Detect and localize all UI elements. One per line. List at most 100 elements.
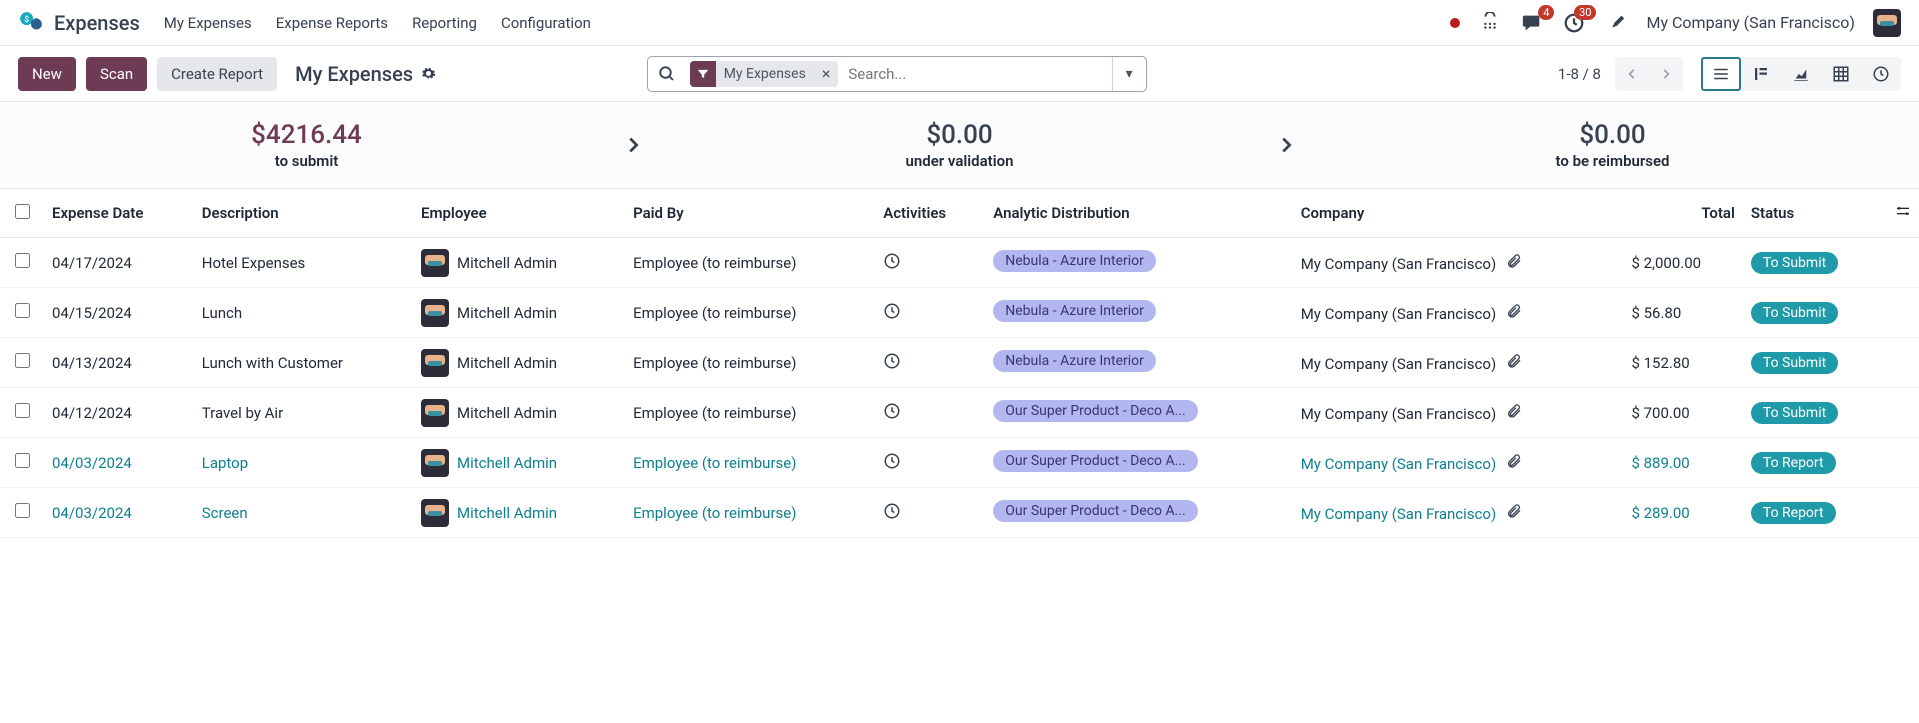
table-row[interactable]: 04/12/2024 Travel by Air Mitchell Admin … bbox=[0, 388, 1919, 438]
summary-under-validation[interactable]: $0.00 under validation bbox=[653, 120, 1266, 170]
column-adjust-icon[interactable] bbox=[1887, 189, 1919, 238]
company-selector[interactable]: My Company (San Francisco) bbox=[1646, 13, 1855, 32]
table-row[interactable]: 04/03/2024 Screen Mitchell Admin Employe… bbox=[0, 488, 1919, 538]
attachment-icon[interactable] bbox=[1506, 305, 1522, 323]
search-icon[interactable] bbox=[648, 65, 686, 83]
cell-total: $ 889.00 bbox=[1623, 438, 1742, 488]
cell-company: My Company (San Francisco) bbox=[1293, 388, 1624, 438]
nav-my-expenses[interactable]: My Expenses bbox=[164, 14, 252, 32]
user-avatar[interactable] bbox=[1873, 9, 1901, 37]
cell-analytic: Our Super Product - Deco A... bbox=[985, 488, 1292, 538]
row-checkbox[interactable] bbox=[15, 403, 30, 418]
cell-activity[interactable] bbox=[875, 488, 985, 538]
top-nav: $ Expenses My Expenses Expense Reports R… bbox=[0, 0, 1919, 46]
cell-date: 04/12/2024 bbox=[44, 388, 194, 438]
cell-status: To Submit bbox=[1743, 238, 1887, 288]
view-graph-icon[interactable] bbox=[1781, 57, 1821, 91]
employee-avatar bbox=[421, 249, 449, 277]
view-pivot-icon[interactable] bbox=[1821, 57, 1861, 91]
gear-icon[interactable] bbox=[421, 62, 436, 86]
analytic-tag[interactable]: Nebula - Azure Interior bbox=[993, 250, 1156, 272]
search-options-dropdown[interactable]: ▾ bbox=[1112, 57, 1146, 91]
pager-group: 1-8 / 8 bbox=[1558, 57, 1901, 91]
col-description[interactable]: Description bbox=[194, 189, 413, 238]
app-brand[interactable]: $ Expenses bbox=[18, 10, 140, 36]
col-total[interactable]: Total bbox=[1623, 189, 1742, 238]
filter-icon bbox=[690, 61, 716, 87]
cell-activity[interactable] bbox=[875, 288, 985, 338]
row-checkbox[interactable] bbox=[15, 503, 30, 518]
table-row[interactable]: 04/03/2024 Laptop Mitchell Admin Employe… bbox=[0, 438, 1919, 488]
pager-prev[interactable] bbox=[1615, 57, 1649, 91]
cell-activity[interactable] bbox=[875, 238, 985, 288]
dialpad-icon[interactable] bbox=[1478, 11, 1502, 35]
row-checkbox[interactable] bbox=[15, 303, 30, 318]
search-input[interactable] bbox=[842, 65, 1111, 83]
activities-badge: 30 bbox=[1574, 5, 1596, 20]
cell-description: Hotel Expenses bbox=[194, 238, 413, 288]
chevron-right-icon bbox=[1266, 134, 1306, 156]
expenses-table: Expense Date Description Employee Paid B… bbox=[0, 189, 1919, 538]
status-badge: To Report bbox=[1751, 502, 1836, 524]
cell-total: $ 700.00 bbox=[1623, 388, 1742, 438]
row-checkbox[interactable] bbox=[15, 253, 30, 268]
row-checkbox[interactable] bbox=[15, 353, 30, 368]
col-activities[interactable]: Activities bbox=[875, 189, 985, 238]
table-row[interactable]: 04/15/2024 Lunch Mitchell Admin Employee… bbox=[0, 288, 1919, 338]
col-analytic[interactable]: Analytic Distribution bbox=[985, 189, 1292, 238]
filter-chip-remove[interactable]: × bbox=[814, 64, 839, 83]
activities-icon[interactable]: 30 bbox=[1562, 11, 1586, 35]
attachment-icon[interactable] bbox=[1506, 505, 1522, 523]
pager-next[interactable] bbox=[1649, 57, 1683, 91]
cell-employee: Mitchell Admin bbox=[413, 238, 625, 288]
cell-company: My Company (San Francisco) bbox=[1293, 438, 1624, 488]
summary-under-validation-amount: $0.00 bbox=[653, 120, 1266, 150]
col-employee[interactable]: Employee bbox=[413, 189, 625, 238]
scan-button[interactable]: Scan bbox=[86, 57, 147, 91]
cell-status: To Submit bbox=[1743, 388, 1887, 438]
attachment-icon[interactable] bbox=[1506, 255, 1522, 273]
analytic-tag[interactable]: Our Super Product - Deco A... bbox=[993, 400, 1197, 422]
analytic-tag[interactable]: Our Super Product - Deco A... bbox=[993, 500, 1197, 522]
nav-reporting[interactable]: Reporting bbox=[412, 14, 477, 32]
table-row[interactable]: 04/17/2024 Hotel Expenses Mitchell Admin… bbox=[0, 238, 1919, 288]
status-badge: To Submit bbox=[1751, 402, 1838, 424]
view-activity-icon[interactable] bbox=[1861, 57, 1901, 91]
cell-activity[interactable] bbox=[875, 338, 985, 388]
table-row[interactable]: 04/13/2024 Lunch with Customer Mitchell … bbox=[0, 338, 1919, 388]
cell-date: 04/13/2024 bbox=[44, 338, 194, 388]
filter-chip: My Expenses × bbox=[690, 61, 839, 87]
summary-row: $4216.44 to submit $0.00 under validatio… bbox=[0, 102, 1919, 189]
view-kanban-icon[interactable] bbox=[1741, 57, 1781, 91]
attachment-icon[interactable] bbox=[1506, 405, 1522, 423]
tools-icon[interactable] bbox=[1604, 11, 1628, 35]
nav-configuration[interactable]: Configuration bbox=[501, 14, 591, 32]
cell-description: Lunch with Customer bbox=[194, 338, 413, 388]
pager-buttons bbox=[1615, 57, 1683, 91]
clock-icon bbox=[883, 506, 901, 524]
summary-to-submit[interactable]: $4216.44 to submit bbox=[0, 120, 613, 170]
row-checkbox[interactable] bbox=[15, 453, 30, 468]
new-button[interactable]: New bbox=[18, 57, 76, 91]
nav-expense-reports[interactable]: Expense Reports bbox=[276, 14, 388, 32]
cell-activity[interactable] bbox=[875, 438, 985, 488]
employee-name: Mitchell Admin bbox=[457, 504, 557, 522]
messages-icon[interactable]: 4 bbox=[1520, 11, 1544, 35]
attachment-icon[interactable] bbox=[1506, 355, 1522, 373]
create-report-button[interactable]: Create Report bbox=[157, 57, 277, 91]
cell-paid-by: Employee (to reimburse) bbox=[625, 238, 875, 288]
analytic-tag[interactable]: Nebula - Azure Interior bbox=[993, 350, 1156, 372]
cell-paid-by: Employee (to reimburse) bbox=[625, 338, 875, 388]
col-company[interactable]: Company bbox=[1293, 189, 1624, 238]
select-all-checkbox[interactable] bbox=[15, 204, 30, 219]
cell-activity[interactable] bbox=[875, 388, 985, 438]
col-paid-by[interactable]: Paid By bbox=[625, 189, 875, 238]
analytic-tag[interactable]: Nebula - Azure Interior bbox=[993, 300, 1156, 322]
summary-to-reimburse[interactable]: $0.00 to be reimbursed bbox=[1306, 120, 1919, 170]
nav-links: My Expenses Expense Reports Reporting Co… bbox=[164, 14, 591, 32]
attachment-icon[interactable] bbox=[1506, 455, 1522, 473]
view-list-icon[interactable] bbox=[1701, 57, 1741, 91]
col-status[interactable]: Status bbox=[1743, 189, 1887, 238]
analytic-tag[interactable]: Our Super Product - Deco A... bbox=[993, 450, 1197, 472]
col-date[interactable]: Expense Date bbox=[44, 189, 194, 238]
